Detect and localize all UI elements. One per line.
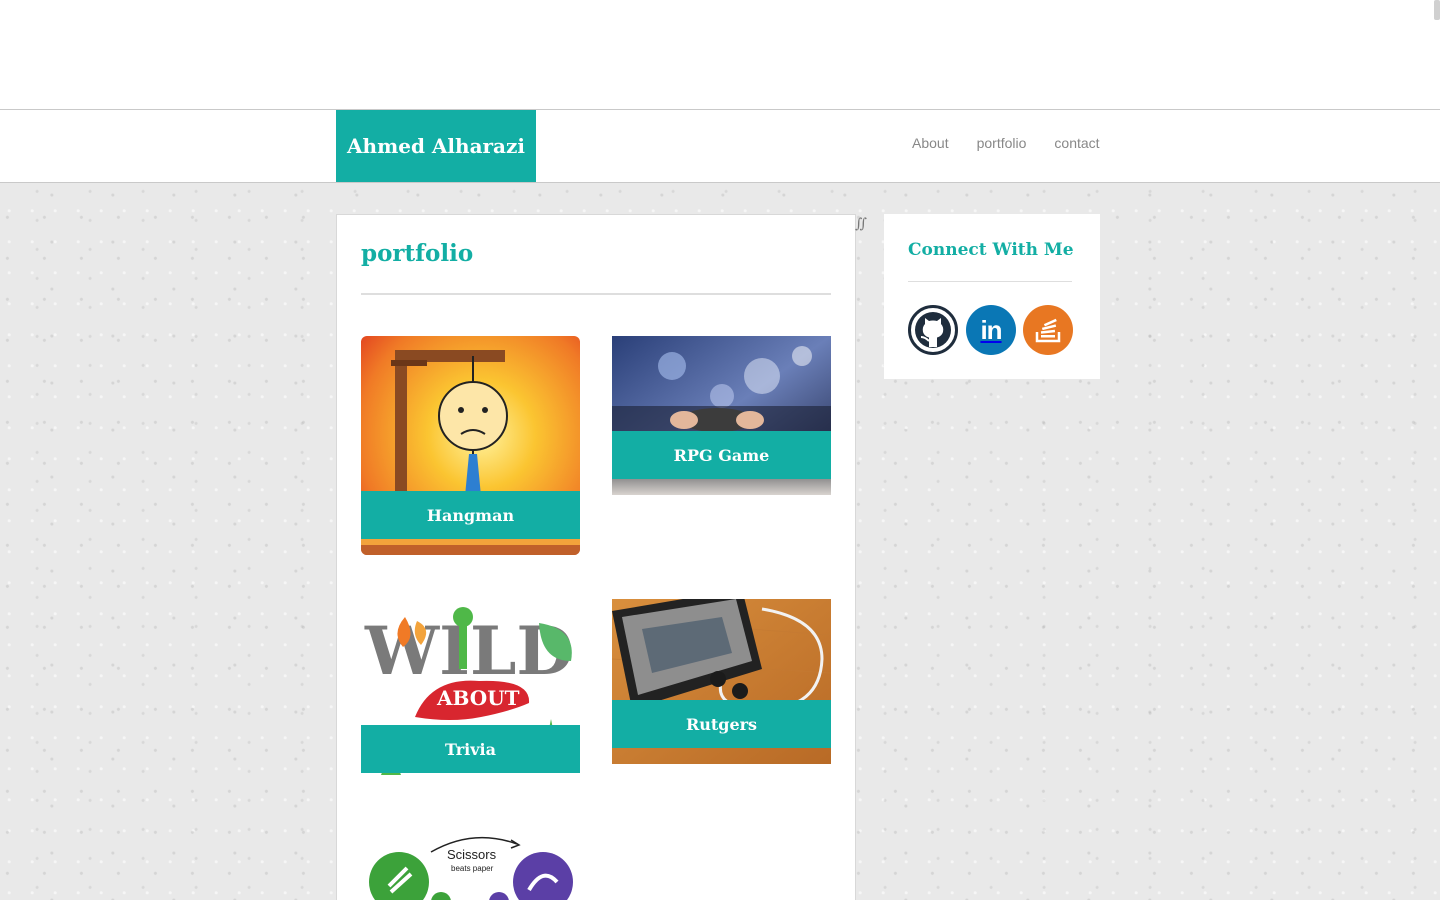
nav-portfolio[interactable]: portfolio [977, 134, 1027, 152]
rps-thumbnail: Scissors beats paper [361, 830, 580, 900]
github-glyph [915, 312, 951, 348]
connect-title: Connect With Me [908, 240, 1074, 260]
linkedin-icon[interactable]: in [966, 305, 1016, 355]
scrollbar-thumb[interactable] [1434, 0, 1440, 20]
about-logo-text: ABOUT [436, 686, 520, 710]
brand-logo[interactable]: Ahmed Alharazi [336, 110, 536, 182]
main-nav: About portfolio contact [912, 134, 1100, 152]
project-title: Trivia [361, 725, 580, 773]
connect-divider [908, 281, 1072, 282]
project-title: Rutgers [612, 700, 831, 748]
rps-beats-label: beats paper [451, 864, 494, 873]
linkedin-glyph: in [980, 314, 1002, 345]
stackoverflow-glyph [1035, 318, 1061, 343]
project-title: Hangman [361, 491, 580, 539]
stackoverflow-icon[interactable] [1023, 305, 1073, 355]
navbar [0, 110, 1440, 183]
rps-scissors-label: Scissors [447, 847, 497, 862]
page-title: portfolio [361, 240, 474, 267]
project-card-rock-paper-scissors[interactable]: Scissors beats paper [361, 830, 580, 900]
connect-sidebar: Connect With Me in [884, 214, 1100, 379]
project-card-hangman[interactable]: Hangman [361, 336, 580, 555]
project-title: RPG Game [612, 431, 831, 479]
top-blank-band [0, 0, 1440, 110]
nav-contact[interactable]: contact [1054, 134, 1099, 152]
portfolio-panel [336, 214, 856, 900]
project-card-rutgers[interactable]: Rutgers [612, 599, 831, 764]
github-icon[interactable] [908, 305, 958, 355]
title-divider [361, 293, 831, 295]
project-card-rpg-game[interactable]: RPG Game [612, 336, 831, 495]
project-card-trivia[interactable]: WILD ABOUT Trivia [361, 599, 580, 782]
nav-about[interactable]: About [912, 134, 949, 152]
resize-handle-icon[interactable]: ∬ [855, 216, 867, 232]
